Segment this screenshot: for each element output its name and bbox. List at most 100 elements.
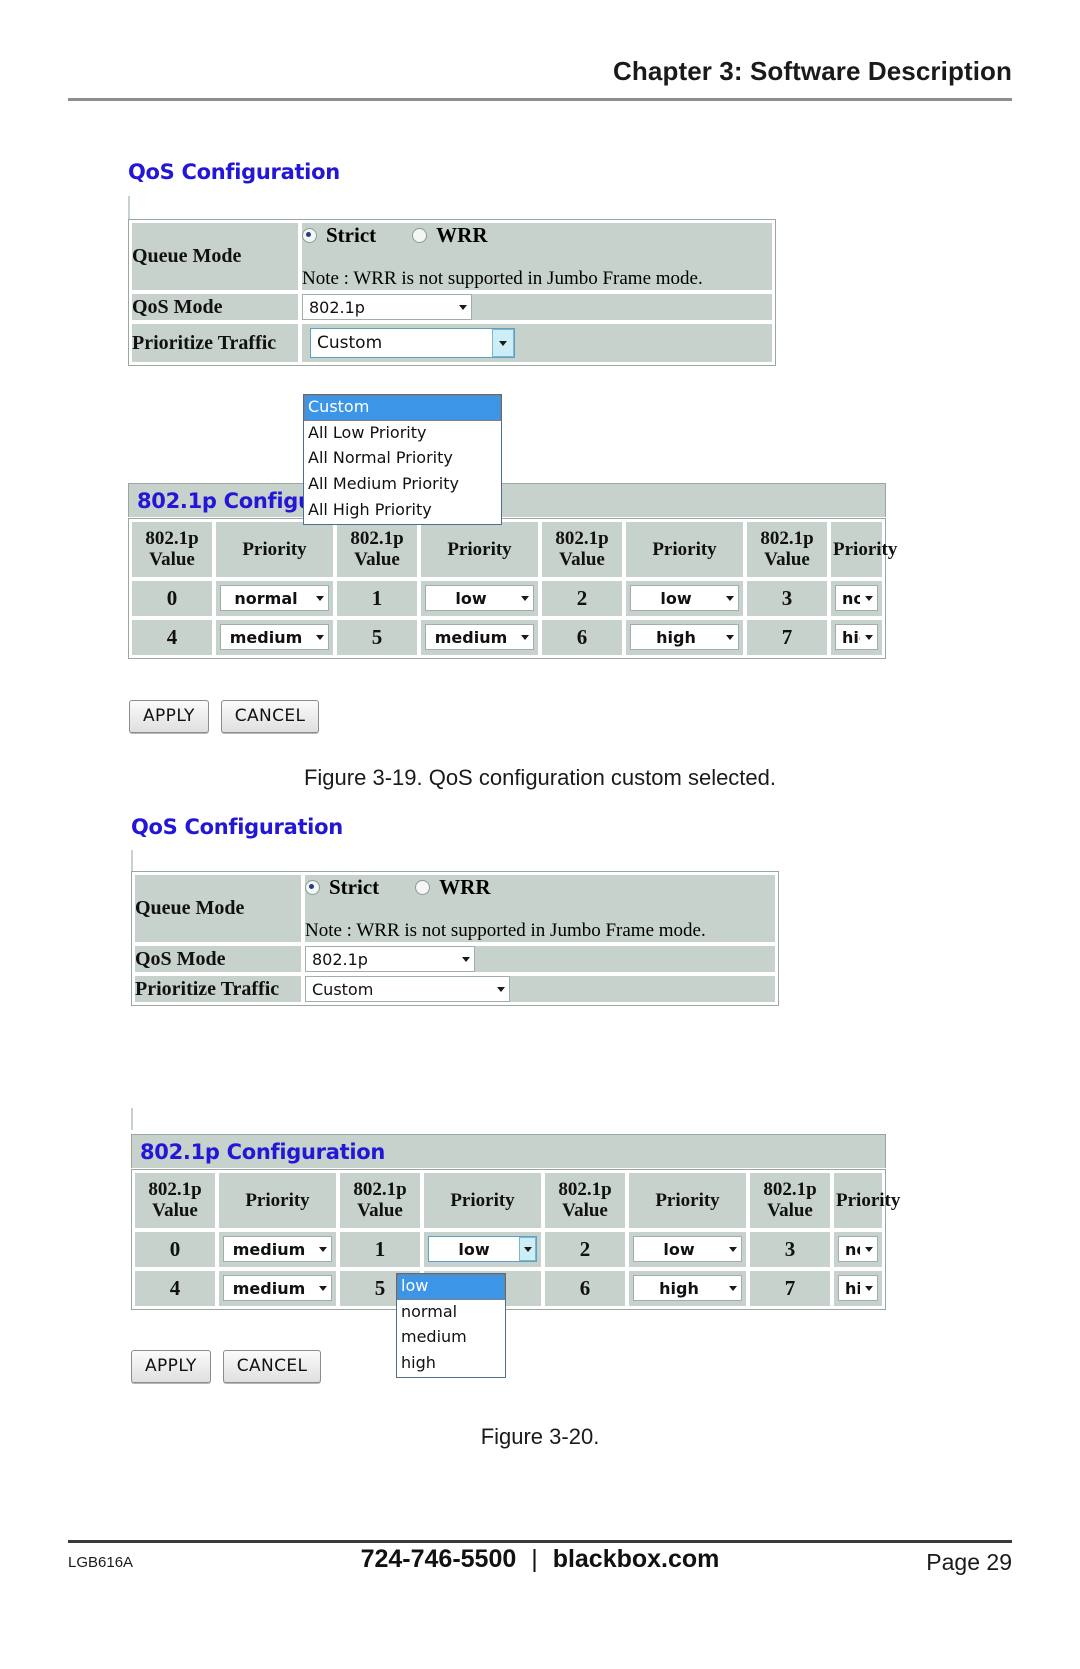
priority-cell: high <box>625 618 744 656</box>
priority-cell: medium <box>218 1269 337 1307</box>
p8021-value: 5 <box>336 618 418 656</box>
dropdown-option[interactable]: All Medium Priority <box>304 472 501 498</box>
chevron-down-icon <box>721 625 738 649</box>
priority-select[interactable]: low <box>630 585 739 612</box>
strict-radio-1[interactable] <box>302 228 317 243</box>
qos-mode-select-1[interactable]: 802.1p <box>302 294 472 320</box>
prioritize-traffic-select-1[interactable]: Custom <box>310 328 515 358</box>
queue-mode-row-2: Queue Mode Strict WRR Note : WRR is not … <box>134 874 776 943</box>
col-header-priority: Priority <box>625 521 744 578</box>
priority-select[interactable]: medium <box>223 1236 332 1263</box>
p8021-header-row-1: 802.1p Value Priority 802.1p Value Prior… <box>131 521 897 578</box>
dropdown-option[interactable]: high <box>397 1351 505 1377</box>
wrr-radio-label-1: WRR <box>436 223 488 247</box>
chevron-down-icon <box>860 1276 877 1300</box>
button-row-2: APPLY CANCEL <box>131 1350 322 1383</box>
priority-select[interactable]: low <box>633 1236 742 1263</box>
dropdown-option[interactable]: low <box>397 1274 505 1300</box>
p8021-value: 0 <box>134 1230 216 1268</box>
p8021-value: 6 <box>544 1269 626 1307</box>
queue-mode-value-2: Strict WRR Note : WRR is not supported i… <box>304 874 776 943</box>
priority-select[interactable]: high <box>838 1275 878 1302</box>
table-row: 4 medium 5 6 high 7 high <box>134 1269 883 1307</box>
priority-cell: low <box>625 579 744 617</box>
qos-configuration-panel-1: QoS Configuration <box>128 160 340 184</box>
p8021-config-title-1: 802.1p Configuration <box>137 489 383 513</box>
prioritize-traffic-row-2: Prioritize Traffic Custom <box>134 975 776 1003</box>
cancel-button-1[interactable]: CANCEL <box>220 700 320 733</box>
dropdown-option[interactable]: medium <box>397 1325 505 1351</box>
dropdown-option[interactable]: Custom <box>304 395 501 421</box>
prioritize-traffic-label-2: Prioritize Traffic <box>134 975 302 1003</box>
table-row: 0 normal 1 low 2 low 3 normal <box>131 579 883 617</box>
priority-cell: medium <box>215 618 334 656</box>
chevron-down-icon[interactable] <box>519 1237 536 1262</box>
wrr-note-2: Note : WRR is not supported in Jumbo Fra… <box>305 920 706 941</box>
strict-radio-2[interactable] <box>305 880 320 895</box>
qos-config-title-2: QoS Configuration <box>131 815 343 839</box>
priority-cell: normal <box>833 1230 883 1268</box>
col-header-line1: 802.1p <box>760 528 814 549</box>
chevron-down-icon[interactable] <box>492 329 514 357</box>
col-header-value: 802.1p Value <box>134 1172 216 1229</box>
priority-select[interactable]: normal <box>220 585 329 612</box>
priority-select[interactable]: high <box>835 624 878 651</box>
col-header-line2: Value <box>354 549 400 571</box>
apply-button-1[interactable]: APPLY <box>129 700 209 733</box>
queue-mode-label-1: Queue Mode <box>131 222 299 291</box>
priority-select[interactable]: normal <box>835 585 878 612</box>
p8021-table-2: 802.1p Value Priority 802.1p Value Prior… <box>131 1169 900 1310</box>
wrr-note-1: Note : WRR is not supported in Jumbo Fra… <box>302 268 703 289</box>
p8021-config-title-2: 802.1p Configuration <box>140 1140 386 1164</box>
prioritize-traffic-select-2[interactable]: Custom <box>305 976 510 1002</box>
col-header-value: 802.1p Value <box>336 521 418 578</box>
priority-select-text: high <box>845 1278 860 1298</box>
prioritize-traffic-select-text-2: Custom <box>312 979 374 999</box>
col-header-line2: Value <box>152 1200 198 1222</box>
cancel-button-2[interactable]: CANCEL <box>222 1350 322 1383</box>
col-header-priority: Priority <box>420 521 539 578</box>
apply-button-2[interactable]: APPLY <box>131 1350 211 1383</box>
priority-select[interactable]: medium <box>220 624 329 651</box>
wrr-radio-2[interactable] <box>415 880 431 895</box>
priority-select[interactable]: high <box>633 1275 742 1302</box>
wrr-radio-1[interactable] <box>412 228 428 243</box>
prioritize-traffic-dropdown-list[interactable]: Custom All Low Priority All Normal Prior… <box>303 394 502 525</box>
col-header-line1: 802.1p <box>763 1179 817 1200</box>
dropdown-option[interactable]: All Low Priority <box>304 421 501 447</box>
priority-select[interactable]: medium <box>223 1275 332 1302</box>
col-header-value: 802.1p Value <box>749 1172 831 1229</box>
priority-dropdown-list[interactable]: low normal medium high <box>396 1273 506 1378</box>
dropdown-option[interactable]: All Normal Priority <box>304 446 501 472</box>
footer-divider <box>68 1540 1012 1543</box>
dropdown-option[interactable]: All High Priority <box>304 498 501 524</box>
priority-select[interactable]: medium <box>425 624 534 651</box>
priority-select[interactable]: normal <box>838 1236 878 1263</box>
priority-select[interactable]: high <box>630 624 739 651</box>
priority-cell: medium <box>420 618 539 656</box>
chevron-down-icon <box>311 625 328 649</box>
col-header-line2: Value <box>149 549 195 571</box>
qos-mode-row-1: QoS Mode 802.1p <box>131 293 773 321</box>
priority-select[interactable]: low <box>425 585 534 612</box>
prioritize-traffic-value-2: Custom <box>304 975 776 1003</box>
queue-mode-radios-2: Strict WRR <box>305 875 775 900</box>
p8021-value: 7 <box>746 618 828 656</box>
col-header-value: 802.1p Value <box>339 1172 421 1229</box>
col-header-line2: Value <box>559 549 605 571</box>
col-header-priority: Priority <box>833 1172 900 1229</box>
strict-radio-label-1: Strict <box>326 223 377 247</box>
qos-mode-select-2[interactable]: 802.1p <box>305 946 475 972</box>
queue-mode-row-1: Queue Mode Strict WRR Note : WRR is not … <box>131 222 773 291</box>
p8021-value: 1 <box>339 1230 421 1268</box>
prioritize-traffic-value-1: Custom <box>301 323 773 363</box>
chevron-down-icon <box>492 977 509 1001</box>
prioritize-traffic-select-text-1: Custom <box>317 333 383 353</box>
strict-radio-label-2: Strict <box>329 875 380 899</box>
priority-select-text: medium <box>229 627 303 647</box>
dropdown-option[interactable]: normal <box>397 1300 505 1326</box>
priority-select-open[interactable]: low <box>428 1236 537 1263</box>
footer-page-number: Page 29 <box>926 1549 1012 1575</box>
p8021-value: 7 <box>749 1269 831 1307</box>
p8021-value: 1 <box>336 579 418 617</box>
